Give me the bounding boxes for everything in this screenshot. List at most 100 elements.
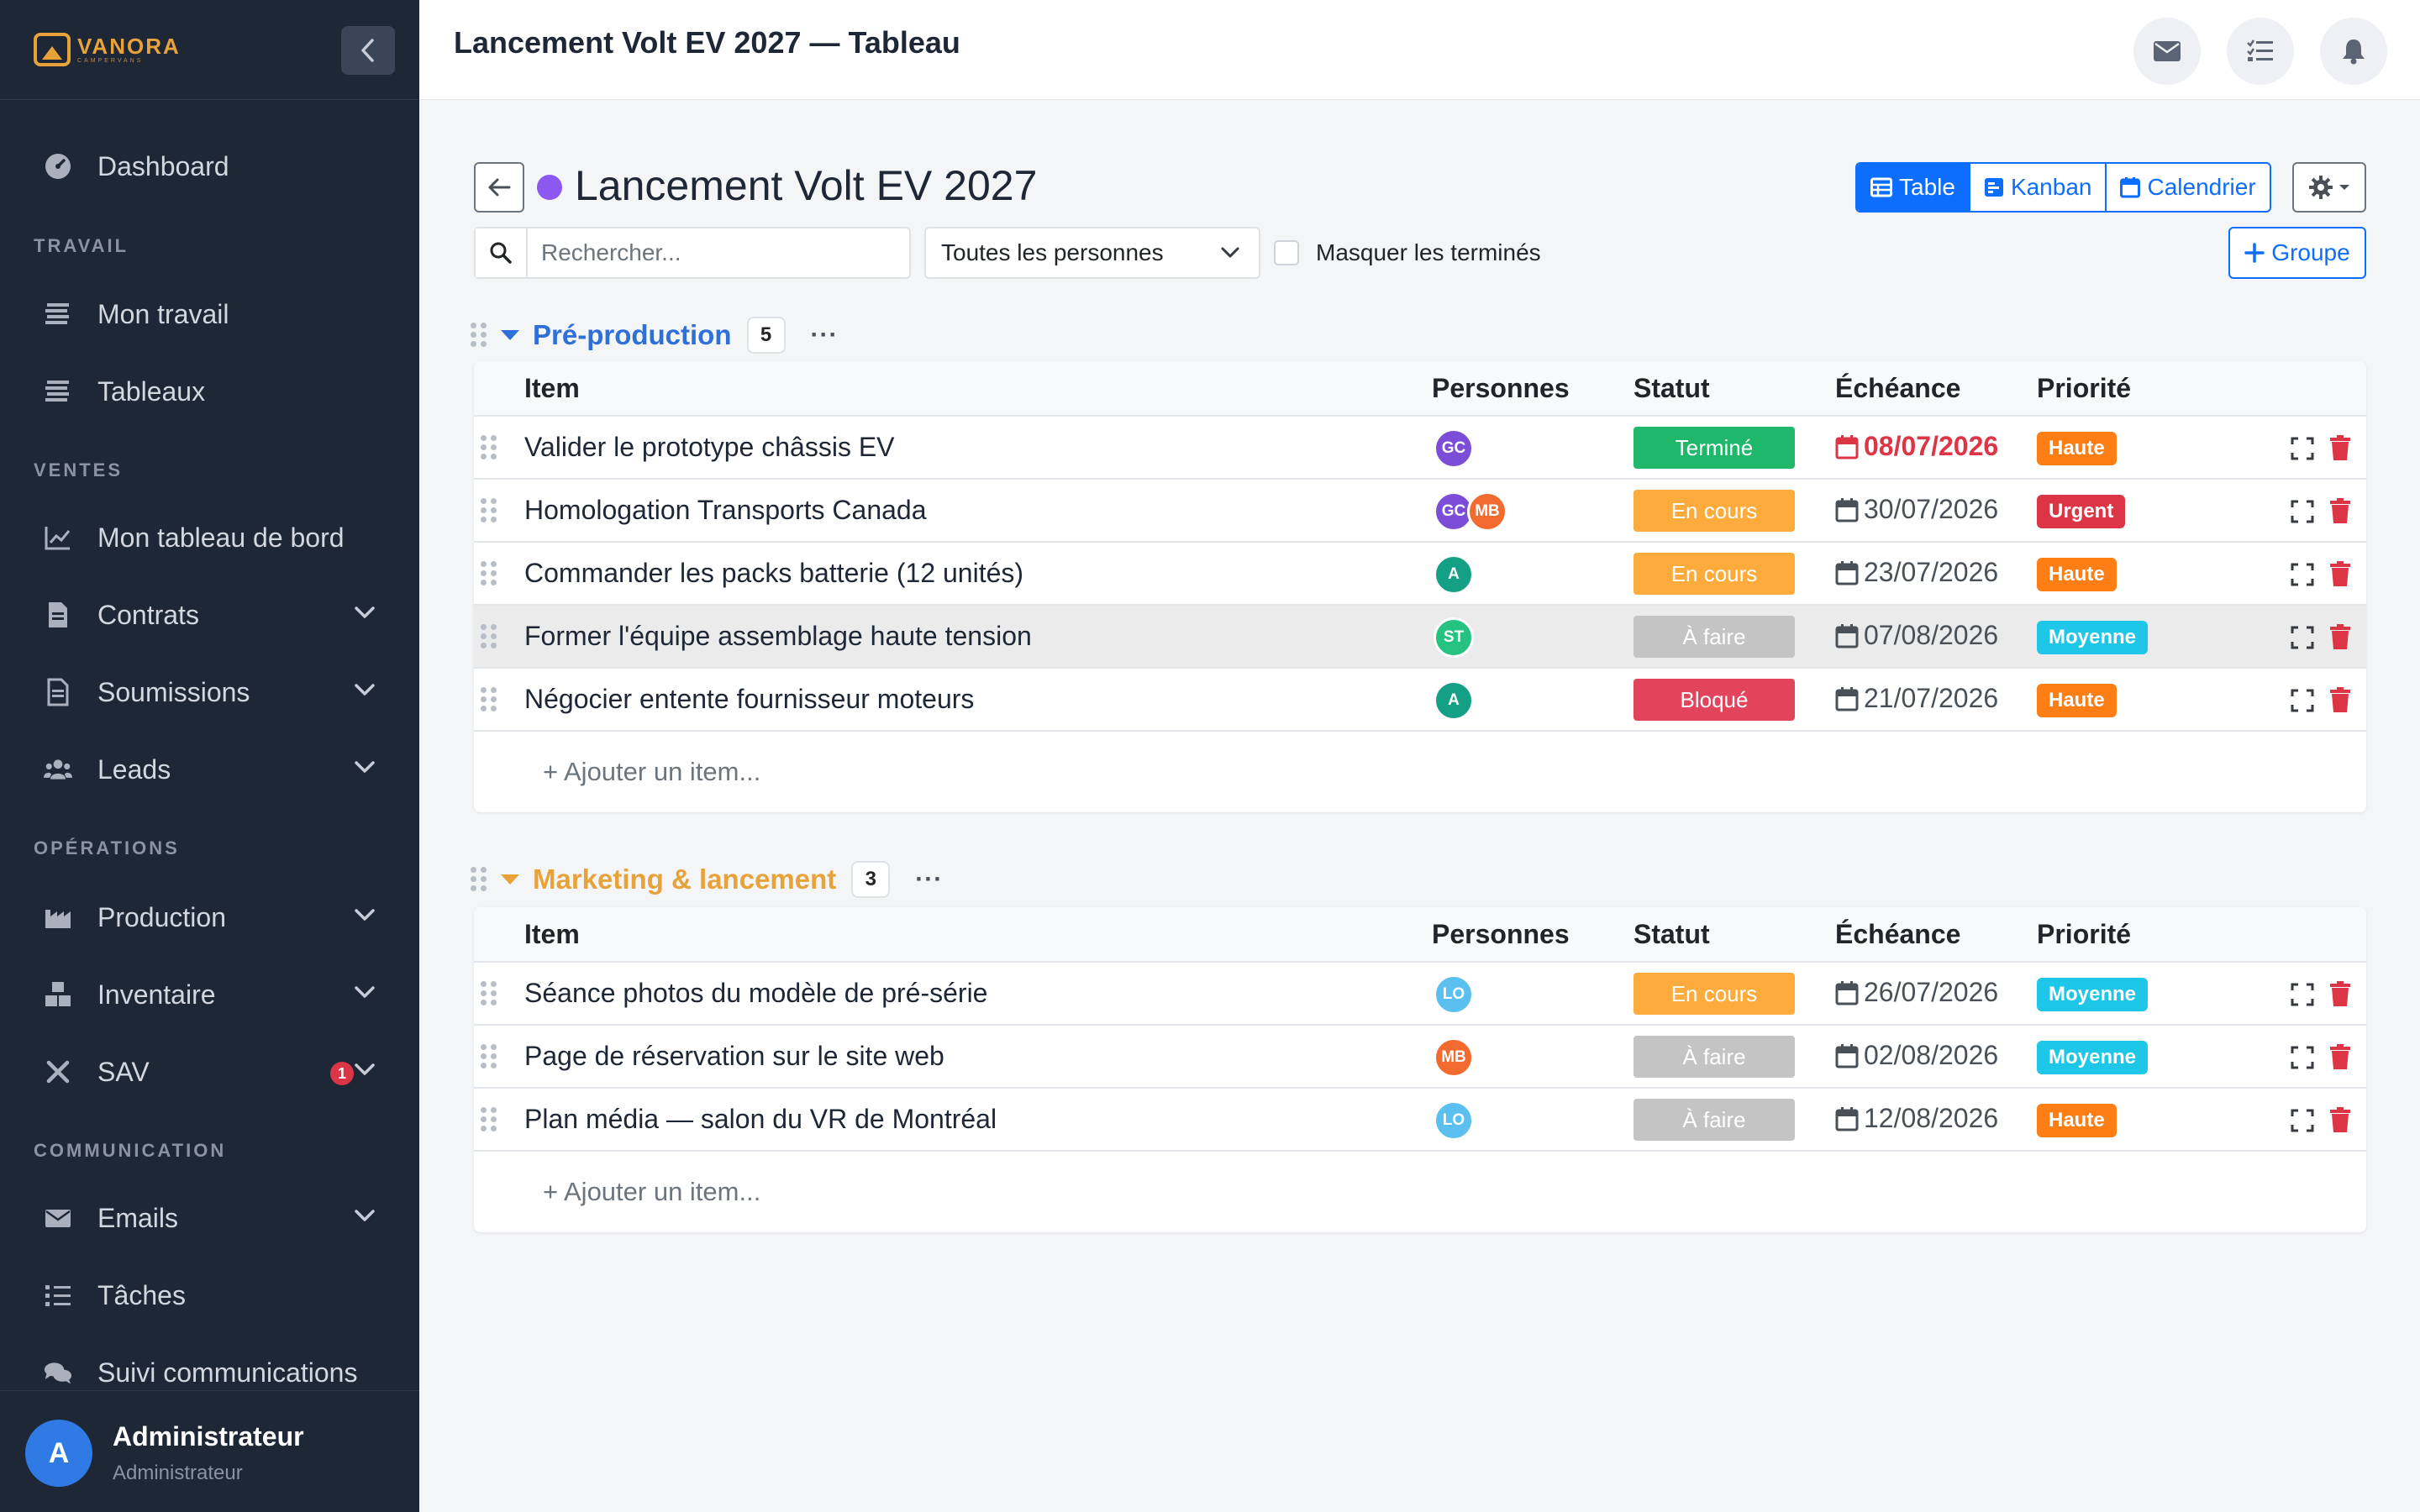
back-button[interactable]: [474, 162, 524, 213]
expand-row-button[interactable]: [2291, 983, 2314, 1011]
more-options-icon[interactable]: ···: [811, 323, 839, 348]
priority-badge[interactable]: Haute: [2037, 684, 2117, 717]
drag-handle-icon[interactable]: [481, 687, 497, 712]
board-settings-button[interactable]: [2292, 162, 2366, 213]
person-avatar[interactable]: ST: [1434, 617, 1474, 658]
drag-handle-icon[interactable]: [481, 435, 497, 460]
column-header-echeance[interactable]: Échéance: [1835, 373, 1960, 404]
add-group-button[interactable]: Groupe: [2228, 227, 2366, 279]
table-row[interactable]: Homologation Transports Canada GC MB En c…: [474, 480, 2366, 543]
view-kanban-button[interactable]: Kanban: [1970, 164, 2107, 211]
status-badge[interactable]: À faire: [1634, 1036, 1795, 1078]
hide-done-checkbox[interactable]: [1274, 240, 1299, 265]
due-date[interactable]: 21/07/2026: [1835, 683, 1998, 714]
drag-handle-icon[interactable]: [471, 323, 487, 348]
table-row[interactable]: Valider le prototype châssis EV GC Termi…: [474, 417, 2366, 480]
status-badge[interactable]: En cours: [1634, 490, 1795, 532]
person-avatar[interactable]: LO: [1434, 974, 1474, 1015]
person-avatar[interactable]: A: [1434, 554, 1474, 595]
add-item-row[interactable]: + Ajouter un item...: [474, 732, 2366, 812]
person-avatar[interactable]: LO: [1434, 1100, 1474, 1141]
due-date[interactable]: 12/08/2026: [1835, 1103, 1998, 1134]
view-calendar-button[interactable]: Calendrier: [2107, 164, 2269, 211]
due-date[interactable]: 30/07/2026: [1835, 494, 1998, 525]
add-item-row[interactable]: + Ajouter un item...: [474, 1152, 2366, 1232]
drag-handle-icon[interactable]: [481, 561, 497, 586]
priority-badge[interactable]: Moyenne: [2037, 978, 2149, 1011]
people-cell[interactable]: A: [1434, 680, 1474, 721]
delete-row-button[interactable]: [2329, 687, 2351, 717]
item-name[interactable]: Séance photos du modèle de pré-série: [524, 978, 987, 1009]
delete-row-button[interactable]: [2329, 435, 2351, 465]
person-avatar[interactable]: GC: [1434, 428, 1474, 469]
drag-handle-icon[interactable]: [471, 867, 487, 892]
group-name[interactable]: Marketing & lancement: [533, 864, 836, 895]
item-name[interactable]: Page de réservation sur le site web: [524, 1041, 944, 1072]
column-header-echeance[interactable]: Échéance: [1835, 919, 1960, 950]
sidebar-item-tableaux[interactable]: Tableaux: [0, 366, 419, 417]
item-name[interactable]: Valider le prototype châssis EV: [524, 432, 895, 463]
expand-row-button[interactable]: [2291, 563, 2314, 591]
item-name[interactable]: Négocier entente fournisseur moteurs: [524, 684, 974, 715]
status-badge[interactable]: En cours: [1634, 553, 1795, 595]
sidebar-item-inventaire[interactable]: Inventaire: [0, 969, 419, 1020]
people-cell[interactable]: MB: [1434, 1037, 1474, 1078]
due-date[interactable]: 02/08/2026: [1835, 1040, 1998, 1071]
delete-row-button[interactable]: [2329, 624, 2351, 654]
column-header-personnes[interactable]: Personnes: [1432, 919, 1570, 950]
sidebar-item-taches[interactable]: Tâches: [0, 1270, 419, 1320]
due-date[interactable]: 23/07/2026: [1835, 557, 1998, 588]
drag-handle-icon[interactable]: [481, 1044, 497, 1069]
priority-badge[interactable]: Moyenne: [2037, 1041, 2149, 1074]
status-badge[interactable]: À faire: [1634, 1099, 1795, 1141]
sidebar-item-sav[interactable]: SAV 1: [0, 1047, 419, 1097]
caret-down-icon[interactable]: [501, 330, 519, 340]
sidebar-collapse-button[interactable]: [341, 26, 395, 75]
priority-badge[interactable]: Moyenne: [2037, 621, 2149, 654]
user-profile[interactable]: A Administrateur Administrateur: [0, 1390, 419, 1512]
item-name[interactable]: Plan média — salon du VR de Montréal: [524, 1104, 997, 1135]
delete-row-button[interactable]: [2329, 498, 2351, 528]
sidebar-item-soumissions[interactable]: Soumissions: [0, 667, 419, 717]
column-header-personnes[interactable]: Personnes: [1432, 373, 1570, 404]
sidebar-item-contrats[interactable]: Contrats: [0, 590, 419, 640]
status-badge[interactable]: Bloqué: [1634, 679, 1795, 721]
people-cell[interactable]: GC: [1434, 428, 1474, 469]
priority-badge[interactable]: Haute: [2037, 558, 2117, 591]
app-logo[interactable]: VANORA CAMPERVANS: [34, 33, 181, 66]
table-row[interactable]: Séance photos du modèle de pré-série LO …: [474, 963, 2366, 1026]
people-filter-select[interactable]: Toutes les personnes: [924, 227, 1260, 279]
status-badge[interactable]: Terminé: [1634, 427, 1795, 469]
column-header-item[interactable]: Item: [524, 919, 580, 950]
person-avatar[interactable]: MB: [1434, 1037, 1474, 1078]
priority-badge[interactable]: Urgent: [2037, 495, 2126, 528]
drag-handle-icon[interactable]: [481, 981, 497, 1006]
sidebar-item-mon-travail[interactable]: Mon travail: [0, 289, 419, 339]
people-cell[interactable]: A: [1434, 554, 1474, 595]
column-header-item[interactable]: Item: [524, 373, 580, 404]
delete-row-button[interactable]: [2329, 1044, 2351, 1074]
sidebar-item-emails[interactable]: Emails: [0, 1193, 419, 1243]
table-row[interactable]: Former l'équipe assemblage haute tension…: [474, 606, 2366, 669]
priority-badge[interactable]: Haute: [2037, 432, 2117, 465]
table-row[interactable]: Commander les packs batterie (12 unités)…: [474, 543, 2366, 606]
drag-handle-icon[interactable]: [481, 624, 497, 649]
status-badge[interactable]: En cours: [1634, 973, 1795, 1015]
sidebar-item-leads[interactable]: Leads: [0, 744, 419, 795]
table-row[interactable]: Négocier entente fournisseur moteurs A B…: [474, 669, 2366, 732]
sidebar-item-dashboard[interactable]: Dashboard: [0, 141, 419, 192]
view-table-button[interactable]: Table: [1857, 164, 1970, 211]
drag-handle-icon[interactable]: [481, 498, 497, 523]
delete-row-button[interactable]: [2329, 561, 2351, 591]
due-date[interactable]: 08/07/2026: [1835, 431, 1998, 462]
person-avatar[interactable]: A: [1434, 680, 1474, 721]
expand-row-button[interactable]: [2291, 1046, 2314, 1074]
expand-row-button[interactable]: [2291, 1109, 2314, 1137]
person-avatar[interactable]: MB: [1467, 491, 1507, 532]
people-cell[interactable]: ST: [1434, 617, 1474, 658]
due-date[interactable]: 26/07/2026: [1835, 977, 1998, 1008]
column-header-priorite[interactable]: Priorité: [2037, 919, 2131, 950]
delete-row-button[interactable]: [2329, 1107, 2351, 1137]
people-cell[interactable]: LO: [1434, 1100, 1474, 1141]
column-header-priorite[interactable]: Priorité: [2037, 373, 2131, 404]
